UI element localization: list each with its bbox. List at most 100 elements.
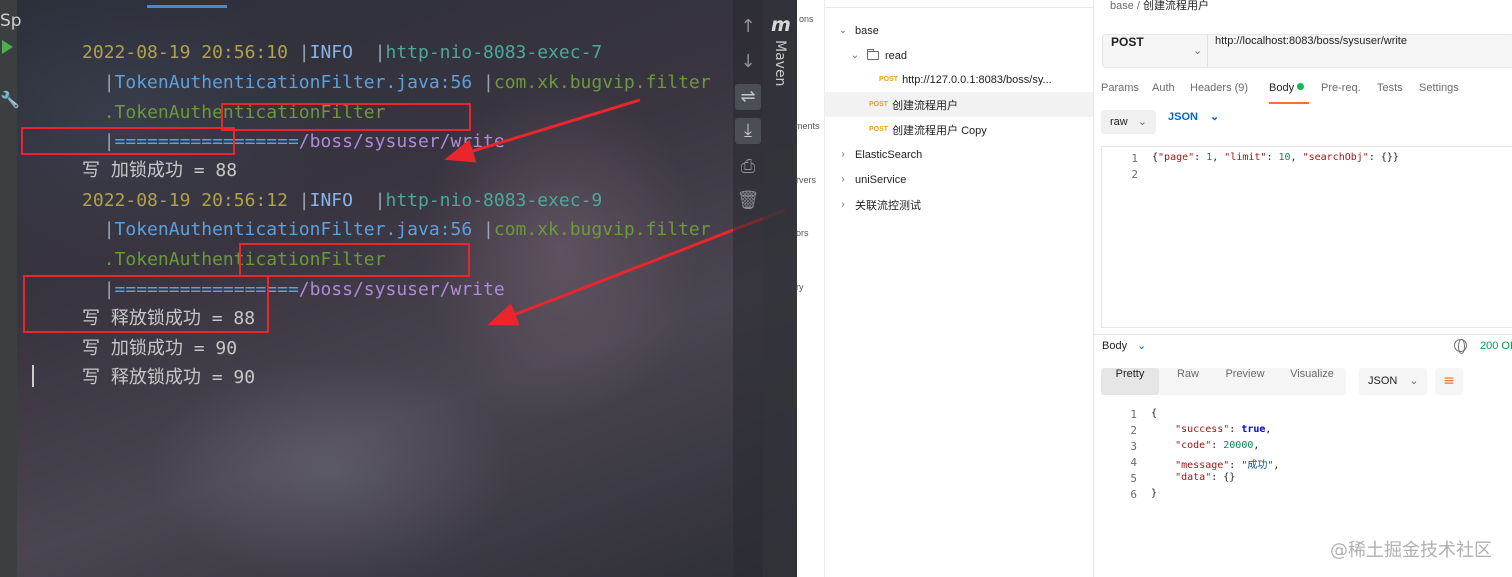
chevron-down-icon: ⌄: [1409, 375, 1419, 387]
url-bar: POST ⌄ http://localhost:8083/boss/sysuse…: [1102, 34, 1512, 68]
up-arrow-icon[interactable]: ↑: [735, 14, 761, 40]
status-code[interactable]: 200 OK: [1480, 340, 1512, 352]
json-line: "success": true,: [1175, 424, 1272, 435]
annotation-box: [23, 275, 269, 333]
run-icon[interactable]: [2, 40, 13, 54]
breadcrumb-current: 创建流程用户: [1143, 0, 1210, 12]
folder-icon: [867, 49, 879, 60]
chevron-down-icon[interactable]: ⌄: [849, 50, 861, 61]
trash-icon[interactable]: 🗑: [735, 188, 761, 214]
request-body-editor[interactable]: 1 2 {"page": 1, "limit": 10, "searchObj"…: [1101, 146, 1512, 328]
tab-body[interactable]: Body: [1269, 82, 1309, 104]
json-line: "message": "成功",: [1175, 460, 1280, 471]
rail-label[interactable]: ons: [799, 14, 814, 24]
log-line: |TokenAuthenticationFilter.java:56 |com.…: [82, 219, 711, 240]
log-line: 2022-08-19 20:56:10 |INFO |http-nio-8083…: [82, 42, 603, 63]
wrap-lines-icon[interactable]: ≡: [1435, 368, 1463, 395]
log-package: com.xk.bugvip.filter: [493, 219, 711, 240]
line-number: 5: [1130, 472, 1137, 485]
tree-item-read[interactable]: ⌄ read: [825, 43, 1093, 68]
body-format-select[interactable]: JSON ⌄: [1168, 110, 1219, 134]
method-badge: POST: [869, 126, 889, 133]
chevron-down-icon: ⌄: [1137, 116, 1147, 128]
text-caret: [32, 365, 34, 387]
annotation-box: [221, 103, 471, 131]
down-arrow-icon[interactable]: ↓: [735, 49, 761, 75]
json-line: "data": {}: [1175, 472, 1236, 483]
maven-label: Maven: [772, 40, 788, 87]
breadcrumb-parent[interactable]: base: [1110, 0, 1134, 12]
maven-icon: m: [771, 14, 791, 36]
ide-console-panel: Sp 🔧 2022-08-19 20:56:10 |INFO |http-nio…: [0, 0, 797, 577]
sidebar-rail: ons ments rvers ors ry: [795, 0, 825, 577]
view-visualize[interactable]: Visualize: [1279, 368, 1345, 395]
line-number: 2: [1130, 424, 1137, 437]
chevron-down-icon[interactable]: ⌄: [837, 25, 849, 36]
json-line: {: [1151, 408, 1158, 419]
maven-tool-window[interactable]: m Maven: [763, 0, 797, 577]
tree-request-item[interactable]: POST 创建流程用户 Copy: [825, 117, 1093, 142]
active-dot-icon: [1297, 83, 1305, 90]
rail-label[interactable]: ments: [795, 121, 820, 131]
response-body[interactable]: 1 2 3 4 5 6 { "success": true, "code": 2…: [1101, 404, 1512, 504]
log-line: |TokenAuthenticationFilter.java:56 |com.…: [82, 72, 711, 93]
chevron-down-icon[interactable]: ⌄: [1137, 339, 1146, 352]
tree-item-base[interactable]: ⌄ base: [825, 18, 1093, 43]
tab-params[interactable]: Params: [1101, 82, 1139, 104]
scroll-to-end-icon[interactable]: ⤓: [735, 118, 761, 144]
response-body-label[interactable]: Body: [1102, 340, 1127, 352]
rail-label[interactable]: rvers: [796, 175, 816, 185]
tree-item-uniservice[interactable]: › uniService: [825, 167, 1093, 192]
view-pretty[interactable]: Pretty: [1101, 368, 1159, 395]
console-toolbar: ↑ ↓ ⇌ ⤓ ⎙ 🗑: [733, 0, 763, 577]
json-line: }: [1151, 488, 1158, 499]
log-path: /boss/sysuser/write: [298, 131, 505, 152]
tree-request-item[interactable]: POST http://127.0.0.1:8083/boss/sy...: [825, 67, 1093, 92]
line-number: 2: [1131, 168, 1138, 181]
rail-label[interactable]: ors: [796, 228, 809, 238]
method-badge: POST: [879, 76, 899, 83]
print-icon[interactable]: ⎙: [735, 154, 761, 180]
log-package: com.xk.bugvip.filter: [493, 72, 711, 93]
tab-headers[interactable]: Headers (9): [1190, 82, 1248, 104]
method-select[interactable]: POST: [1111, 35, 1144, 67]
rail-label[interactable]: ry: [796, 282, 804, 292]
line-number: 1: [1131, 152, 1138, 165]
tab-auth[interactable]: Auth: [1152, 82, 1175, 104]
url-input[interactable]: http://localhost:8083/boss/sysuser/write: [1215, 35, 1407, 67]
log-line: 2022-08-19 20:56:12 |INFO |http-nio-8083…: [82, 190, 603, 211]
tab-settings[interactable]: Settings: [1419, 82, 1459, 104]
tab-tests[interactable]: Tests: [1377, 82, 1403, 104]
tree-item-flow-control[interactable]: › 关联流控测试: [825, 192, 1093, 217]
breadcrumb: base / 创建流程用户: [1110, 0, 1210, 12]
tree-request-item-selected[interactable]: POST 创建流程用户: [825, 92, 1093, 117]
globe-icon[interactable]: [1454, 339, 1467, 354]
log-line: .TokenAuthenticationFilter: [17, 215, 386, 270]
line-number: 6: [1130, 488, 1137, 501]
annotation-box: [239, 243, 470, 277]
log-line: .TokenAuthenticationFilter: [17, 68, 386, 123]
chevron-down-icon[interactable]: ⌄: [1193, 35, 1202, 67]
collections-sidebar: ons ments rvers ors ry ⌄ base ⌄ read POST h…: [795, 0, 1094, 577]
chevron-right-icon[interactable]: ›: [837, 149, 849, 160]
view-raw[interactable]: Raw: [1163, 368, 1213, 395]
chevron-right-icon[interactable]: ›: [837, 174, 849, 185]
tree-item-elasticsearch[interactable]: › ElasticSearch: [825, 142, 1093, 167]
chevron-right-icon[interactable]: ›: [837, 199, 849, 210]
json-line: "code": 20000,: [1175, 440, 1260, 451]
body-mode-select[interactable]: raw ⌄: [1101, 110, 1156, 134]
annotation-box: [21, 127, 235, 155]
tab-pre-request[interactable]: Pre-req.: [1321, 82, 1361, 104]
line-number: 4: [1130, 456, 1137, 469]
line-number: 3: [1130, 440, 1137, 453]
line-number: 1: [1130, 408, 1137, 421]
response-divider[interactable]: [1094, 334, 1512, 335]
request-panel: base / 创建流程用户 POST ⌄ http://localhost:80…: [1094, 0, 1512, 577]
sidebar-topbar: [825, 0, 1094, 8]
request-body-code: {"page": 1, "limit": 10, "searchObj": {}…: [1152, 152, 1399, 163]
response-format-select[interactable]: JSON ⌄: [1359, 368, 1427, 395]
view-preview[interactable]: Preview: [1215, 368, 1275, 395]
log-path: /boss/sysuser/write: [298, 279, 505, 300]
watermark: @稀土掘金技术社区: [1330, 540, 1492, 561]
soft-wrap-icon[interactable]: ⇌: [735, 84, 761, 110]
